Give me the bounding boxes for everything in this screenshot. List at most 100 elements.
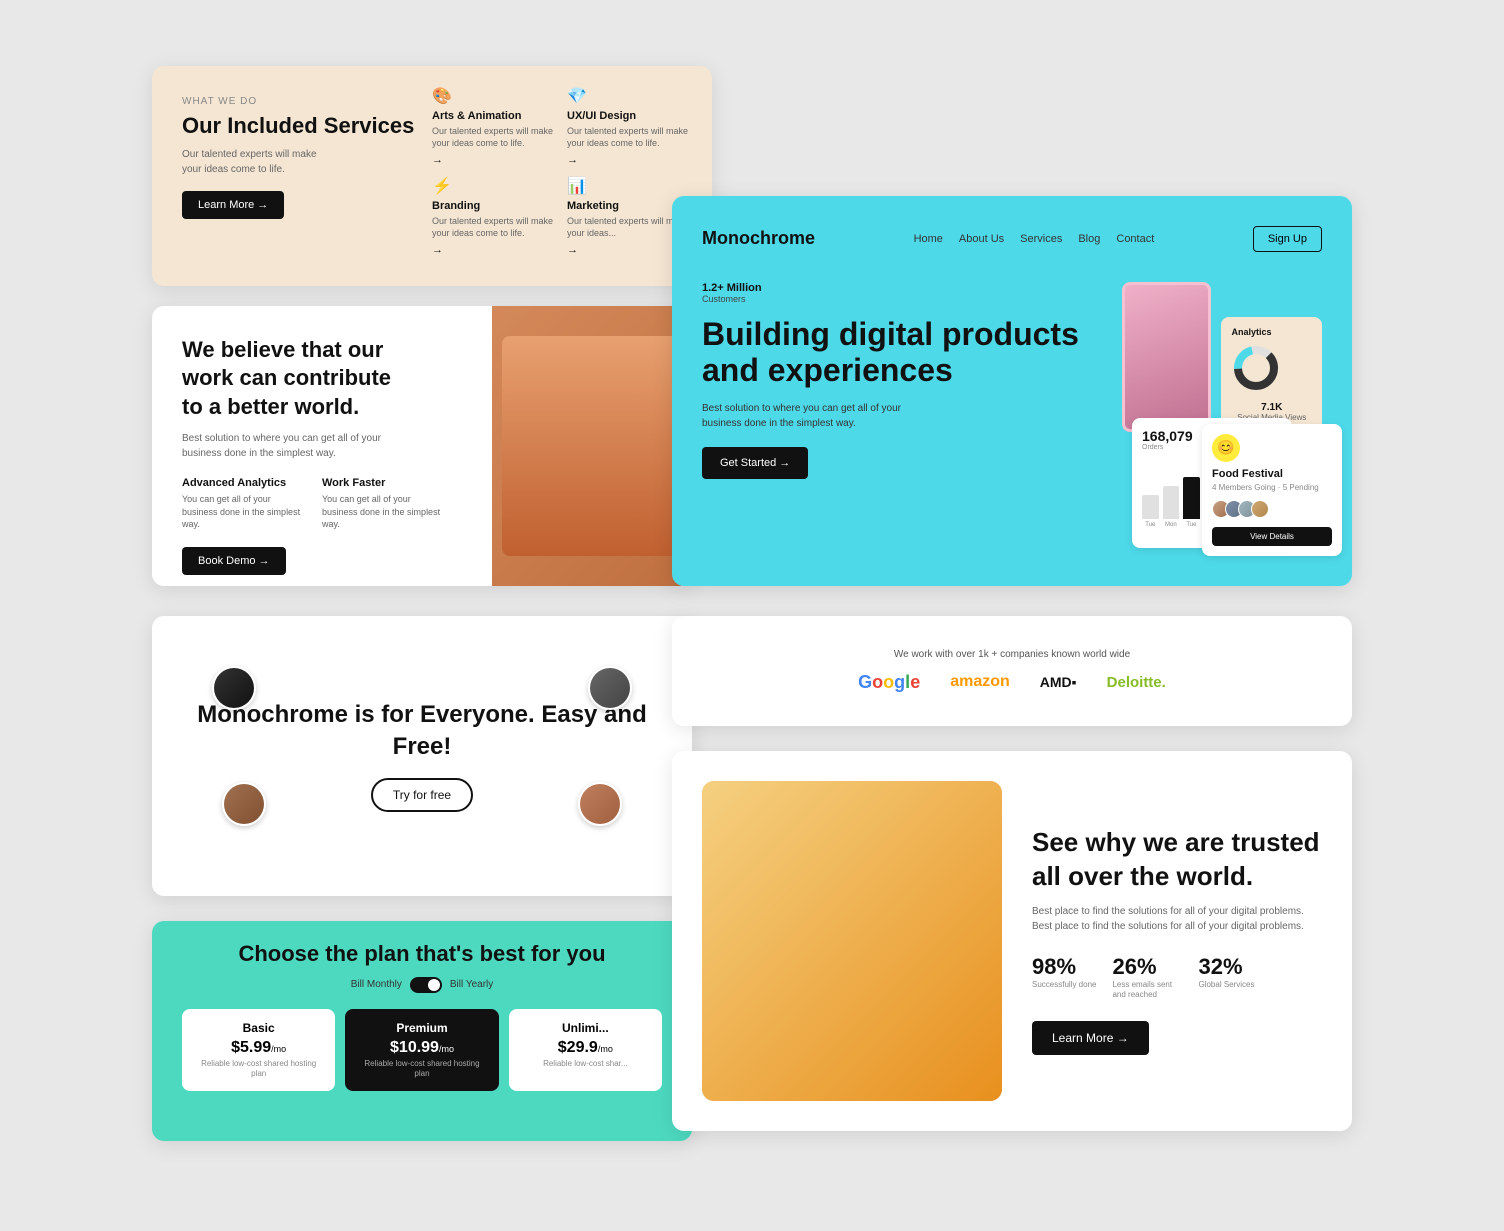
arts-arrow: → xyxy=(432,154,557,166)
views-count: 168,079 xyxy=(1142,428,1193,444)
get-started-btn[interactable]: Get Started → xyxy=(702,447,808,479)
card-trust: See why we are trusted all over the worl… xyxy=(672,751,1352,1131)
avatar-bottomleft xyxy=(222,782,266,826)
price-card-premium: Premium $10.99/mo Reliable low-cost shar… xyxy=(345,1009,498,1092)
billing-toggle[interactable] xyxy=(410,977,442,993)
card-services: WHAT WE DO Our Included Services Our tal… xyxy=(152,66,712,286)
trust-stat-1: 98% Successfully done xyxy=(1032,954,1096,1001)
card-pricing: Choose the plan that's best for you Bill… xyxy=(152,921,692,1141)
ux-title: UX/UI Design xyxy=(567,110,692,122)
hero-nav-links: Home About Us Services Blog Contact xyxy=(914,233,1155,245)
view-details-btn[interactable]: View Details xyxy=(1212,527,1332,546)
trust-desc: Best place to find the solutions for all… xyxy=(1032,904,1322,934)
hero-logo: Monochrome xyxy=(702,228,815,249)
stat-value-3: 32% xyxy=(1198,954,1254,980)
try-free-btn[interactable]: Try for free xyxy=(371,778,473,812)
learn-more-btn[interactable]: Learn More → xyxy=(1032,1021,1149,1055)
ux-desc: Our talented experts will make your idea… xyxy=(567,125,692,150)
basic-price: $5.99/mo xyxy=(194,1039,323,1057)
billing-yearly-label: Bill Yearly xyxy=(450,979,493,990)
mini-avatar-4 xyxy=(1251,500,1269,518)
analytics-card: Analytics 7.1K Social Media Views xyxy=(1221,317,1322,432)
views-label: Orders xyxy=(1142,444,1193,451)
hero-desc: Best solution to where you can get all o… xyxy=(702,401,942,431)
hero-nav: Monochrome Home About Us Services Blog C… xyxy=(702,226,1322,252)
trust-stats: 98% Successfully done 26% Less emails se… xyxy=(1032,954,1322,1001)
food-icon: 😊 xyxy=(1212,434,1240,462)
bar-2 xyxy=(1163,486,1180,519)
feature-analytics-title: Advanced Analytics xyxy=(182,477,302,489)
premium-name: Premium xyxy=(357,1021,486,1035)
unlimited-name: Unlimi... xyxy=(521,1021,650,1035)
trust-title: See why we are trusted all over the worl… xyxy=(1032,826,1322,894)
branding-desc: Our talented experts will make your idea… xyxy=(432,215,557,240)
pricing-cards-container: Basic $5.99/mo Reliable low-cost shared … xyxy=(182,1009,662,1092)
customers-count: 1.2+ Million xyxy=(702,282,1102,294)
services-btn[interactable]: Learn More → xyxy=(182,191,284,219)
unlimited-desc: Reliable low-cost shar... xyxy=(521,1059,650,1069)
trust-stat-3: 32% Global Services xyxy=(1198,954,1254,1001)
hero-content: 1.2+ Million Customers Building digital … xyxy=(702,282,1322,578)
billing-monthly-label: Bill Monthly xyxy=(351,979,402,990)
better-title: We believe that our work can contribute … xyxy=(182,336,402,422)
avatar-bottomright xyxy=(578,782,622,826)
ux-icon: 💎 xyxy=(567,86,692,106)
amd-logo: AMD▪ xyxy=(1040,674,1077,690)
premium-price: $10.99/mo xyxy=(357,1039,486,1057)
service-item-arts: 🎨 Arts & Animation Our talented experts … xyxy=(432,86,557,166)
nav-blog[interactable]: Blog xyxy=(1078,233,1100,245)
card-everyone: Monochrome is for Everyone. Easy and Fre… xyxy=(152,616,692,896)
trust-image-svg xyxy=(702,781,1002,1101)
feature-faster-title: Work Faster xyxy=(322,477,442,489)
company-logos: Google amazon AMD▪ Deloitte. xyxy=(858,672,1166,693)
nav-home[interactable]: Home xyxy=(914,233,943,245)
companies-sub: We work with over 1k + companies known w… xyxy=(894,649,1130,660)
food-avatars xyxy=(1212,500,1332,518)
book-demo-btn[interactable]: Book Demo → xyxy=(182,547,286,575)
ux-arrow: → xyxy=(567,154,692,166)
marketing-icon: 📊 xyxy=(567,176,692,196)
person-photo xyxy=(502,336,682,556)
trust-stat-2: 26% Less emails sent and reached xyxy=(1112,954,1182,1001)
pricing-toggle-row: Bill Monthly Bill Yearly xyxy=(182,977,662,993)
branding-arrow: → xyxy=(432,244,557,256)
signup-btn[interactable]: Sign Up xyxy=(1253,226,1322,252)
bar-1 xyxy=(1142,495,1159,519)
amazon-logo: amazon xyxy=(950,673,1010,691)
premium-desc: Reliable low-cost shared hosting plan xyxy=(357,1059,486,1080)
hero-photo xyxy=(1122,282,1211,432)
bar-label-2: Mon xyxy=(1163,522,1180,528)
services-grid: 🎨 Arts & Animation Our talented experts … xyxy=(432,86,692,256)
better-image xyxy=(492,306,692,586)
stat-value-2: 26% xyxy=(1112,954,1182,980)
trust-right: See why we are trusted all over the worl… xyxy=(1032,781,1322,1101)
google-logo: Google xyxy=(858,672,920,693)
food-sub: 4 Members Going · 5 Pending xyxy=(1212,483,1332,492)
nav-contact[interactable]: Contact xyxy=(1116,233,1154,245)
card-hero: Monochrome Home About Us Services Blog C… xyxy=(672,196,1352,586)
branding-icon: ⚡ xyxy=(432,176,557,196)
nav-about[interactable]: About Us xyxy=(959,233,1004,245)
analytics-title: Analytics xyxy=(1231,327,1312,337)
food-title: Food Festival xyxy=(1212,468,1332,480)
feature-analytics: Advanced Analytics You can get all of yo… xyxy=(182,477,302,531)
pricing-title: Choose the plan that's best for you xyxy=(182,941,662,967)
feature-faster-desc: You can get all of your business done in… xyxy=(322,493,442,531)
bar-label-3: Tue xyxy=(1183,522,1200,528)
arts-icon: 🎨 xyxy=(432,86,557,106)
nav-services[interactable]: Services xyxy=(1020,233,1062,245)
services-desc: Our talented experts will make your idea… xyxy=(182,147,322,177)
branding-title: Branding xyxy=(432,200,557,212)
service-item-ux: 💎 UX/UI Design Our talented experts will… xyxy=(567,86,692,166)
feature-analytics-desc: You can get all of your business done in… xyxy=(182,493,302,531)
card-companies: We work with over 1k + companies known w… xyxy=(672,616,1352,726)
avatar-topleft xyxy=(212,666,256,710)
price-card-unlimited: Unlimi... $29.9/mo Reliable low-cost sha… xyxy=(509,1009,662,1092)
unlimited-price: $29.9/mo xyxy=(521,1039,650,1057)
feature-faster: Work Faster You can get all of your busi… xyxy=(322,477,442,531)
analytics-value: 7.1K xyxy=(1231,402,1312,413)
deloitte-logo: Deloitte. xyxy=(1107,674,1166,691)
bar-3 xyxy=(1183,477,1200,519)
basic-desc: Reliable low-cost shared hosting plan xyxy=(194,1059,323,1080)
hero-right: Analytics 7.1K Social Media Views xyxy=(1122,282,1322,578)
